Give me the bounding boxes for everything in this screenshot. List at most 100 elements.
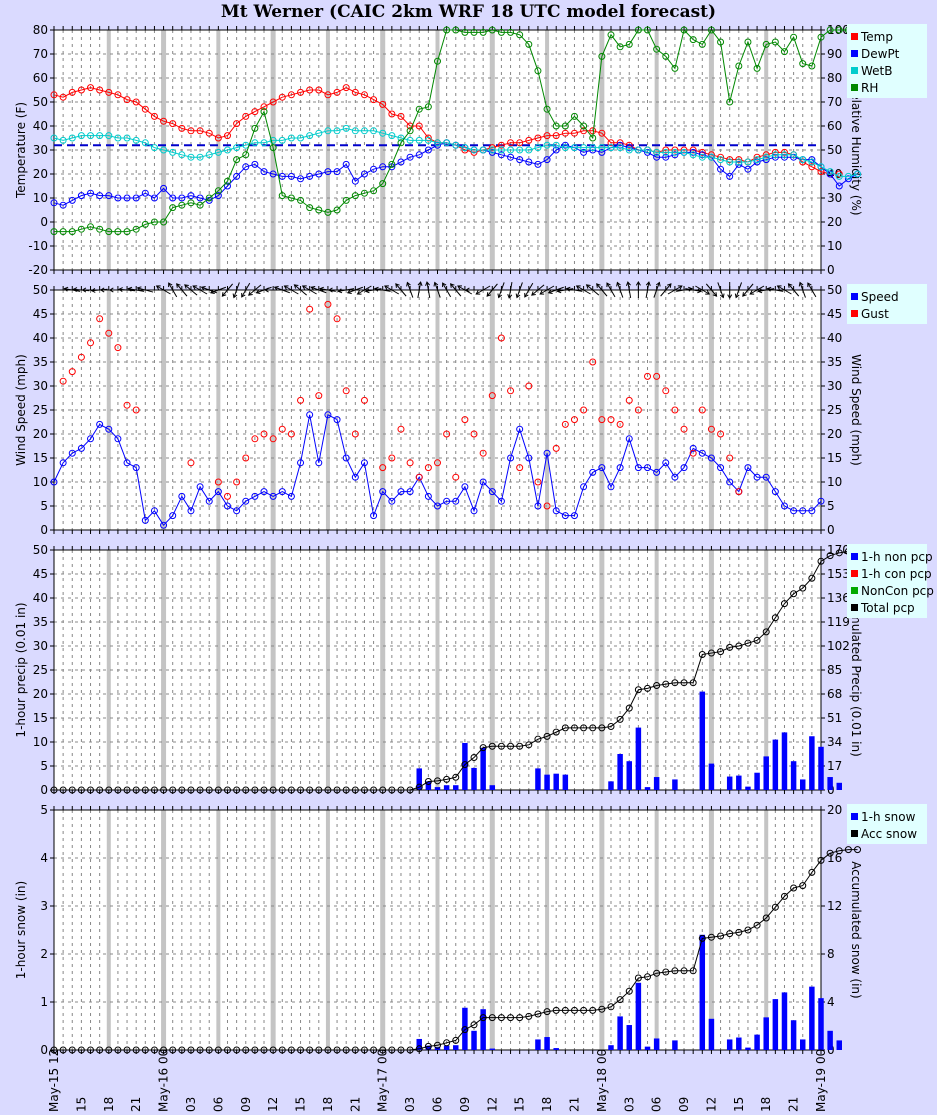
- legend-swatch: [851, 604, 858, 611]
- bar: [471, 1030, 477, 1050]
- y-tick-label-left: 10: [33, 475, 48, 489]
- bar: [708, 1018, 715, 1050]
- bar: [635, 727, 642, 790]
- y-tick-label-right: 5: [827, 499, 835, 513]
- y-tick-label-right: 40: [827, 331, 842, 345]
- y-axis-label-left: 1-hour snow (in): [14, 881, 28, 979]
- bar: [626, 761, 632, 790]
- y-tick-label-right: 70: [827, 95, 842, 109]
- legend-swatch: [851, 293, 858, 300]
- bar: [489, 785, 496, 790]
- y-tick-label-left: 60: [33, 71, 48, 85]
- legend-entry: RH: [861, 81, 878, 95]
- y-tick-label-left: 70: [33, 47, 48, 61]
- y-tick-label-left: 20: [33, 167, 48, 181]
- y-tick-label-left: 4: [40, 851, 48, 865]
- y-tick-label-right: 20: [827, 427, 842, 441]
- y-tick-label-right: 0: [827, 263, 835, 277]
- y-tick-label-right: 102: [827, 639, 850, 653]
- bar: [453, 785, 459, 790]
- bar: [553, 1048, 559, 1050]
- y-tick-label-left: 35: [33, 615, 48, 629]
- bar: [809, 986, 815, 1050]
- y-tick-label-left: 0: [40, 783, 48, 797]
- bar: [809, 736, 815, 790]
- y-tick-label-left: 0: [40, 215, 48, 229]
- y-tick-label-right: 20: [827, 215, 842, 229]
- bar: [635, 982, 642, 1050]
- bar: [726, 776, 733, 790]
- y-tick-label-left: 15: [33, 711, 48, 725]
- y-tick-label-right: 60: [827, 119, 842, 133]
- legend-swatch: [851, 310, 858, 317]
- bar: [754, 1034, 760, 1050]
- y-tick-label-right: 25: [827, 403, 842, 417]
- y-tick-label-right: 4: [827, 995, 835, 1009]
- bar: [763, 756, 769, 790]
- y-tick-label-left: 20: [33, 687, 48, 701]
- y-tick-label-left: 15: [33, 451, 48, 465]
- y-tick-label-right: 20: [827, 803, 842, 817]
- bar: [799, 779, 806, 790]
- y-tick-label-left: 50: [33, 543, 48, 557]
- y-tick-label-left: -20: [28, 263, 48, 277]
- bar: [453, 1045, 459, 1050]
- bar: [608, 781, 614, 790]
- bar: [480, 747, 486, 790]
- y-tick-label-right: 30: [827, 379, 842, 393]
- y-tick-label-right: 51: [827, 711, 842, 725]
- bar: [562, 774, 569, 790]
- x-tick-label: 12: [485, 1097, 499, 1112]
- legend-entry: WetB: [861, 64, 892, 78]
- y-tick-label-right: 34: [827, 735, 842, 749]
- bar: [708, 763, 715, 790]
- y-tick-label-right: 35: [827, 355, 842, 369]
- y-tick-label-left: 5: [40, 759, 48, 773]
- x-tick-label: 21: [348, 1097, 362, 1112]
- y-tick-label-left: 30: [33, 143, 48, 157]
- bar: [644, 1046, 651, 1050]
- y-tick-label-left: 3: [40, 899, 48, 913]
- bar: [736, 1037, 742, 1050]
- legend-entry: Acc snow: [861, 827, 917, 841]
- bar: [827, 777, 833, 790]
- x-tick-label: 18: [102, 1097, 116, 1112]
- y-tick-label-left: 5: [40, 499, 48, 513]
- bar: [745, 1047, 751, 1050]
- y-tick-label-right: 0: [827, 523, 835, 537]
- bar: [471, 767, 477, 790]
- bar: [827, 1030, 833, 1050]
- legend-swatch: [851, 813, 858, 820]
- x-tick-label: 21: [567, 1097, 581, 1112]
- bar: [781, 992, 788, 1050]
- legend-swatch: [851, 830, 858, 837]
- bar: [617, 754, 623, 790]
- legend-swatch: [851, 50, 858, 57]
- bar: [772, 739, 779, 790]
- bar: [535, 1039, 541, 1050]
- x-tick-label: 15: [732, 1097, 746, 1112]
- bar: [745, 786, 751, 790]
- y-tick-label-right: 15: [827, 451, 842, 465]
- y-tick-label-left: 35: [33, 355, 48, 369]
- y-tick-label-left: 45: [33, 307, 48, 321]
- bar: [608, 1045, 614, 1050]
- bar: [535, 768, 541, 790]
- y-tick-label-left: 25: [33, 663, 48, 677]
- x-tick-label: 21: [787, 1097, 801, 1112]
- x-tick-label: 06: [650, 1097, 664, 1112]
- y-tick-label-left: -10: [28, 239, 48, 253]
- bar: [790, 1020, 797, 1050]
- x-tick-label: 18: [759, 1097, 773, 1112]
- forecast-chart: -20 0-10 100 2010 3020 4030 5040 6050 7060 8070 90…: [14, 23, 934, 1112]
- bar: [672, 1040, 678, 1050]
- y-tick-label-left: 25: [33, 403, 48, 417]
- bar: [653, 1038, 660, 1050]
- x-tick-label: 03: [184, 1097, 198, 1112]
- y-tick-label-left: 30: [33, 379, 48, 393]
- x-tick-label: 03: [622, 1097, 636, 1112]
- y-tick-label-right: 50: [827, 283, 842, 297]
- y-axis-label-right: Accumulated snow (in): [849, 861, 863, 998]
- x-tick-label: May-16 00: [157, 1049, 171, 1112]
- bar: [699, 934, 706, 1050]
